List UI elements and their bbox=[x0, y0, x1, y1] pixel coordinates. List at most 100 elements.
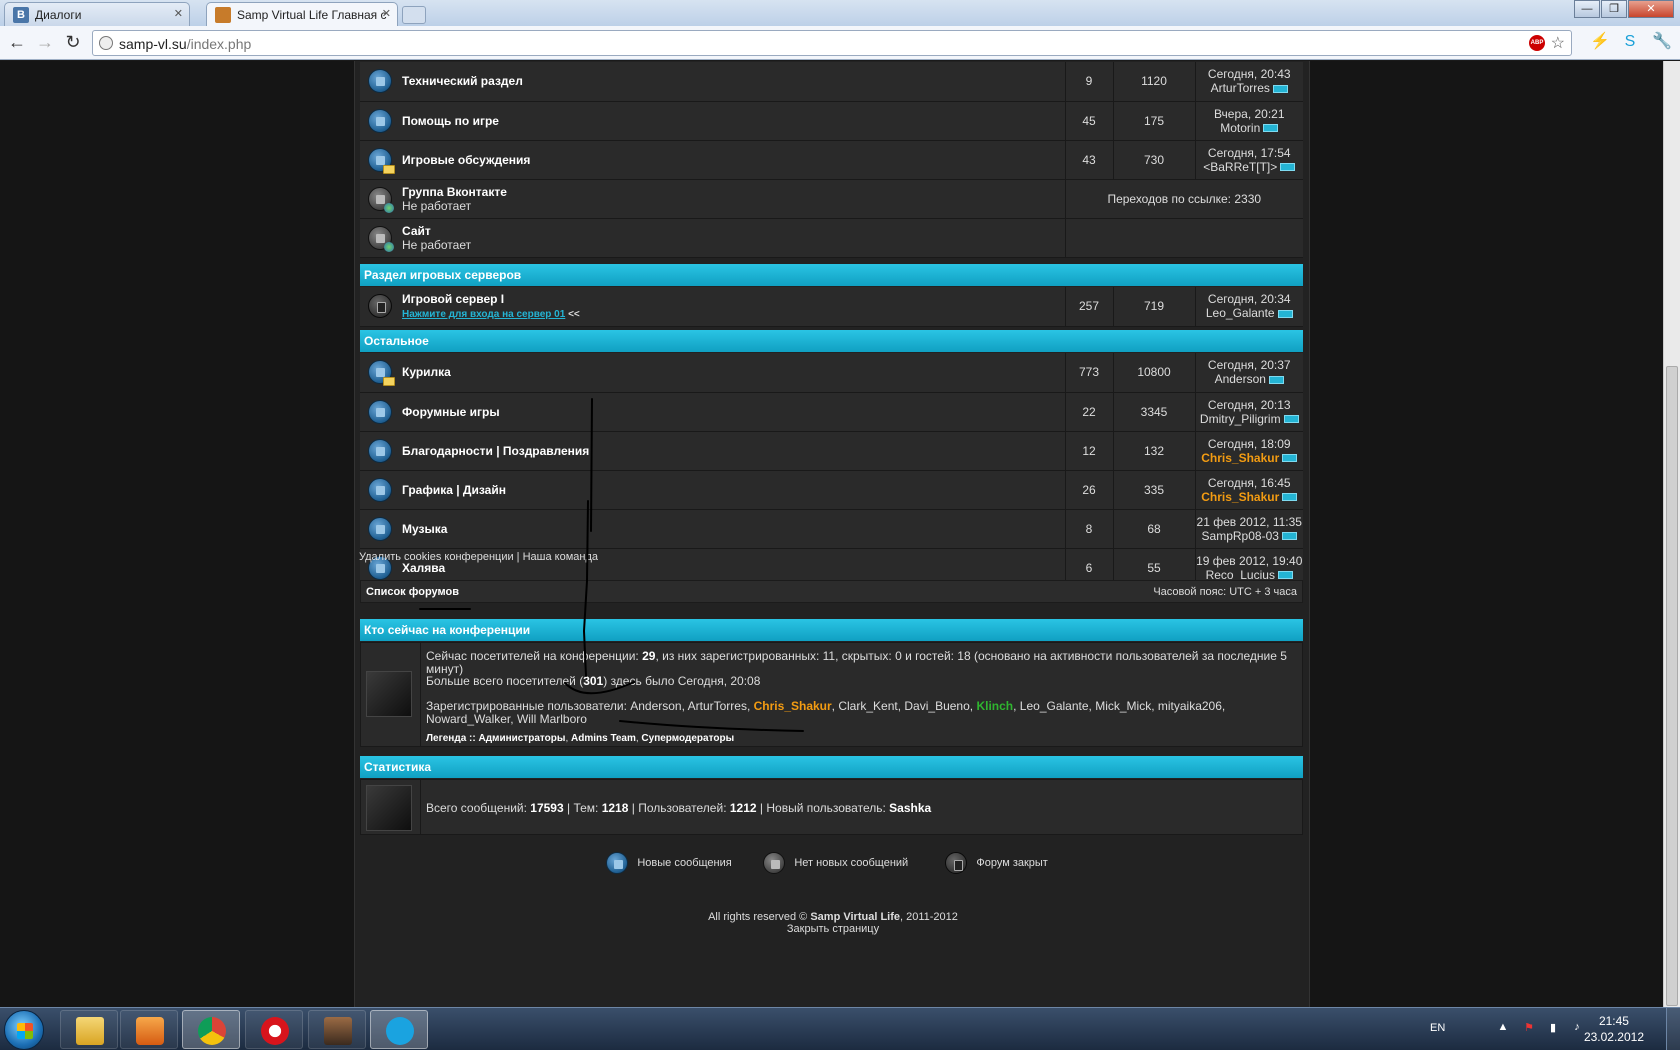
legend-group[interactable]: Супермодераторы bbox=[641, 733, 734, 744]
forum-name[interactable]: Сайт bbox=[402, 224, 1065, 238]
last-post-user[interactable]: Chris_Shakur bbox=[1201, 490, 1279, 504]
forum-row[interactable]: Технический раздел 9 1120 Сегодня, 20:43 Art… bbox=[360, 62, 1303, 102]
forum-name[interactable]: Игровой сервер I bbox=[402, 292, 1065, 306]
category-servers[interactable]: Раздел игровых серверов bbox=[360, 264, 1303, 286]
legend-group[interactable]: Admins Team bbox=[571, 733, 636, 744]
explorer-taskbar-button[interactable] bbox=[60, 1010, 118, 1049]
last-post-user[interactable]: ArturTorres bbox=[1211, 81, 1270, 95]
minimize-button[interactable]: — bbox=[1574, 0, 1600, 18]
skype-ext-icon[interactable]: S bbox=[1620, 32, 1640, 52]
forum-name[interactable]: Игровые обсуждения bbox=[402, 153, 1065, 167]
forum-new-posts-icon bbox=[368, 108, 392, 133]
online-user[interactable]: Chris_Shakur bbox=[754, 699, 832, 713]
forum-row[interactable]: Форумные игры 22 3345 Сегодня, 20:13 Dmitry_… bbox=[360, 392, 1303, 432]
forum-name[interactable]: Группа Вконтакте bbox=[402, 185, 1065, 199]
forum-row[interactable]: Игровые обсуждения 43 730 Сегодня, 17:54 <Ba… bbox=[360, 140, 1303, 180]
chrome-taskbar-button[interactable] bbox=[182, 1010, 240, 1049]
adblock-icon[interactable]: ABP bbox=[1529, 35, 1545, 51]
goto-last-post-icon[interactable] bbox=[1277, 571, 1293, 580]
goto-last-post-icon[interactable] bbox=[1272, 85, 1288, 94]
last-post-user[interactable]: SampRp08-03 bbox=[1202, 529, 1279, 543]
last-post-user[interactable]: Chris_Shakur bbox=[1201, 451, 1279, 465]
goto-last-post-icon[interactable] bbox=[1263, 124, 1279, 133]
last-post-user[interactable]: <BaRReT[T]> bbox=[1203, 160, 1277, 174]
tab-samp[interactable]: Samp Virtual Life Главная с ✕ bbox=[206, 2, 398, 26]
forum-name[interactable]: Благодарности | Поздравления bbox=[402, 444, 1065, 458]
goto-last-post-icon[interactable] bbox=[1277, 310, 1293, 319]
last-post-user[interactable]: Leo_Galante bbox=[1206, 306, 1275, 320]
last-post-user[interactable]: Dmitry_Piligrim bbox=[1200, 412, 1281, 426]
game-taskbar-button[interactable] bbox=[308, 1010, 366, 1049]
wrench-icon[interactable]: 🔧 bbox=[1652, 32, 1672, 52]
last-post-user[interactable]: Motorin bbox=[1220, 121, 1260, 135]
address-bar[interactable]: samp-vl.su/index.php ABP ☆ bbox=[92, 30, 1572, 56]
legend-group[interactable]: Администраторы bbox=[478, 733, 565, 744]
skype-taskbar-button[interactable] bbox=[370, 1010, 428, 1049]
goto-last-post-icon[interactable] bbox=[1283, 415, 1299, 424]
new-tab-button[interactable] bbox=[402, 6, 426, 24]
forum-row-link[interactable]: Группа Вконтакте Не работает Переходов по … bbox=[360, 179, 1303, 219]
goto-last-post-icon[interactable] bbox=[1281, 532, 1297, 541]
extension-icon[interactable]: ⚡ bbox=[1590, 32, 1610, 52]
forum-name[interactable]: Музыка bbox=[402, 522, 1065, 536]
forum-row[interactable]: Музыка 8 68 21 фев 2012, 11:35 SampRp08-03 bbox=[360, 509, 1303, 549]
forum-row[interactable]: Курилка 773 10800 Сегодня, 20:37 Anderson bbox=[360, 353, 1303, 393]
online-user[interactable]: Davi_Bueno bbox=[904, 699, 969, 713]
goto-last-post-icon[interactable] bbox=[1268, 376, 1284, 385]
reload-icon[interactable]: ↻ bbox=[62, 33, 84, 53]
forum-row[interactable]: Помощь по игре 45 175 Вчера, 20:21 Motorin bbox=[360, 101, 1303, 141]
network-icon[interactable]: ▮ bbox=[1546, 1021, 1560, 1035]
page-scrollbar[interactable] bbox=[1663, 61, 1680, 1007]
delete-cookies-link[interactable]: Удалить cookies конференции bbox=[359, 551, 514, 563]
no-new-posts-icon bbox=[763, 852, 785, 874]
opera-taskbar-button[interactable] bbox=[245, 1010, 303, 1049]
forum-name[interactable]: Помощь по игре bbox=[402, 114, 1065, 128]
system-tray: EN ▲ ⚑ ▮ ♪ 21:45 23.02.2012 bbox=[1430, 1008, 1680, 1050]
team-link[interactable]: Наша команда bbox=[523, 551, 598, 563]
forum-name[interactable]: Форумные игры bbox=[402, 405, 1065, 419]
forum-name[interactable]: Графика | Дизайн bbox=[402, 483, 1065, 497]
forum-row-server[interactable]: Игровой сервер I Нажмите для входа на се… bbox=[360, 287, 1303, 327]
online-user[interactable]: ArturTorres bbox=[688, 699, 747, 713]
scrollbar-thumb[interactable] bbox=[1666, 366, 1678, 1006]
forum-row[interactable]: Благодарности | Поздравления 12 132 Сегодня… bbox=[360, 431, 1303, 471]
language-indicator[interactable]: EN bbox=[1430, 1022, 1445, 1034]
action-center-icon[interactable]: ⚑ bbox=[1522, 1021, 1536, 1035]
forum-row-link[interactable]: Сайт Не работает bbox=[360, 218, 1303, 258]
server-link[interactable]: Нажмите для входа на сервер 01 bbox=[402, 309, 565, 320]
online-user[interactable]: Leo_Galante bbox=[1020, 699, 1089, 713]
close-page-link[interactable]: Закрыть страницу bbox=[355, 923, 1311, 935]
close-window-button[interactable]: ✕ bbox=[1628, 0, 1674, 18]
tab-dialogs[interactable]: В Диалоги ✕ bbox=[4, 2, 190, 26]
forward-icon[interactable]: → bbox=[34, 33, 56, 53]
online-user[interactable]: Mick_Mick bbox=[1095, 699, 1151, 713]
category-other[interactable]: Остальное bbox=[360, 330, 1303, 352]
bookmark-star-icon[interactable]: ☆ bbox=[1551, 33, 1565, 53]
goto-last-post-icon[interactable] bbox=[1282, 493, 1298, 502]
close-icon[interactable]: ✕ bbox=[174, 7, 183, 20]
newest-user[interactable]: Sashka bbox=[889, 801, 931, 815]
online-user[interactable]: Anderson bbox=[630, 699, 681, 713]
close-icon[interactable]: ✕ bbox=[382, 7, 391, 20]
volume-icon[interactable]: ♪ bbox=[1570, 1021, 1584, 1035]
clock[interactable]: 21:45 23.02.2012 bbox=[1584, 1013, 1644, 1045]
tray-arrow-icon[interactable]: ▲ bbox=[1496, 1021, 1510, 1035]
online-user[interactable]: Will Marlboro bbox=[517, 712, 587, 726]
forum-row[interactable]: Графика | Дизайн 26 335 Сегодня, 16:45 Chris… bbox=[360, 470, 1303, 510]
start-button[interactable] bbox=[4, 1010, 44, 1050]
online-user[interactable]: Noward_Walker bbox=[426, 712, 510, 726]
show-desktop-button[interactable] bbox=[1666, 1008, 1680, 1050]
online-user[interactable]: mityaika206 bbox=[1158, 699, 1222, 713]
online-user[interactable]: Klinch bbox=[976, 699, 1013, 713]
forum-name[interactable]: Курилка bbox=[402, 365, 1065, 379]
back-icon[interactable]: ← bbox=[6, 33, 28, 53]
media-taskbar-button[interactable] bbox=[120, 1010, 178, 1049]
online-user[interactable]: Clark_Kent bbox=[838, 699, 897, 713]
maximize-button[interactable]: ❐ bbox=[1601, 0, 1627, 18]
last-post-user[interactable]: Anderson bbox=[1215, 372, 1266, 386]
goto-last-post-icon[interactable] bbox=[1280, 163, 1296, 172]
forum-name[interactable]: Технический раздел bbox=[402, 74, 1065, 88]
goto-last-post-icon[interactable] bbox=[1282, 454, 1298, 463]
forum-index-link[interactable]: Список форумов bbox=[366, 586, 459, 598]
topics-count: 45 bbox=[1065, 101, 1114, 141]
